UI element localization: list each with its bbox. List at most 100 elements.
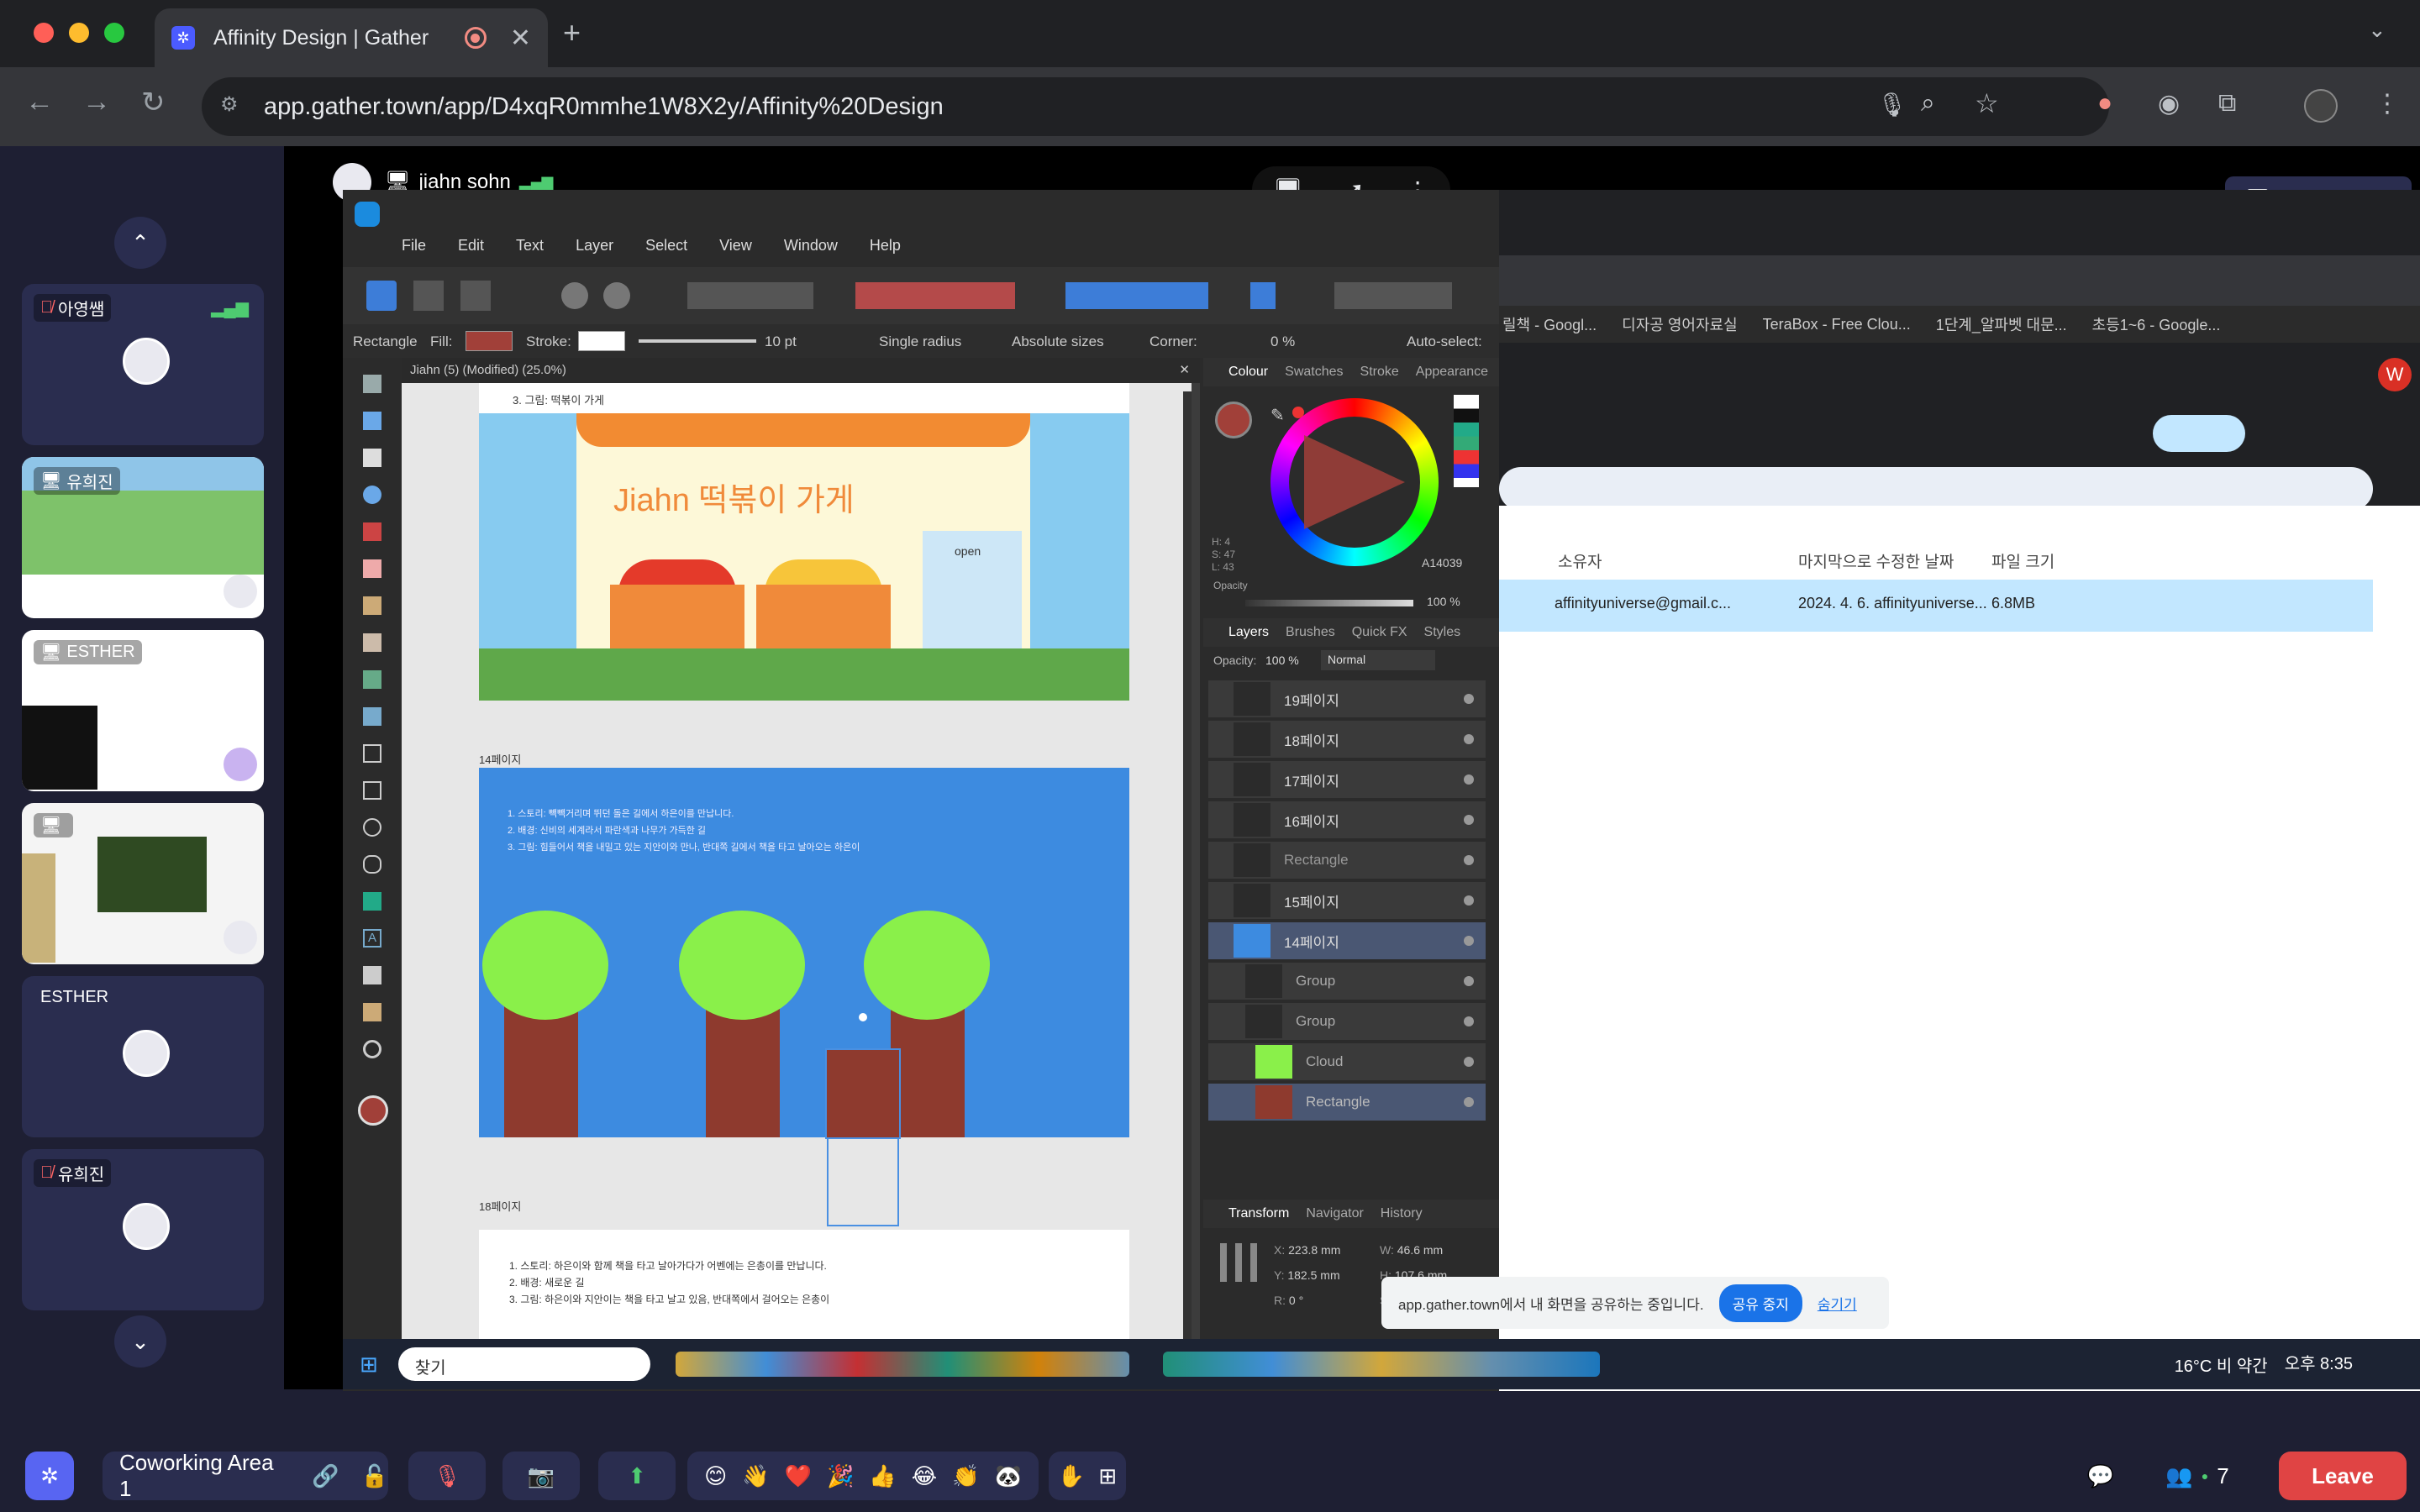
address-bar[interactable]: ⚙ app.gather.town/app/D4xqR0mmhe1W8X2y/A… (202, 77, 2109, 136)
windows-start-icon[interactable]: ⊞ (360, 1352, 378, 1378)
zoom-tool-icon[interactable] (363, 1040, 381, 1058)
colour-triangle[interactable] (1304, 435, 1405, 529)
camera-toggle[interactable]: 📷 (502, 1452, 580, 1500)
link-icon[interactable]: 🔗 (312, 1463, 339, 1489)
menu-select[interactable]: Select (645, 237, 687, 267)
leave-button[interactable]: Leave (2279, 1452, 2407, 1500)
shape-tool-icon[interactable] (363, 855, 381, 874)
layer-row[interactable]: Group (1208, 963, 1486, 1001)
tab-history[interactable]: History (1381, 1206, 1423, 1221)
bookmark-star-icon[interactable]: ☆ (1975, 87, 1999, 119)
search-bar[interactable] (1499, 467, 2373, 511)
menu-help[interactable]: Help (870, 237, 901, 267)
tab-navigator[interactable]: Navigator (1306, 1206, 1363, 1221)
view-toggle[interactable] (2153, 415, 2245, 452)
file-row-selected[interactable]: affinityuniverse@gmail.c... 2024. 4. 6. … (1499, 580, 2373, 632)
chat-button[interactable]: 💬 (2075, 1452, 2126, 1500)
modified-header[interactable]: 마지막으로 수정한 날짜 (1798, 549, 1954, 572)
pencil-tool-icon[interactable] (363, 559, 381, 578)
vertical-scrollbar[interactable] (1183, 391, 1192, 1357)
participant-tile[interactable]: 🎙̸ 아영쌤 ▂▄▆ (22, 284, 264, 445)
mic-toggle[interactable]: 🎙 (408, 1452, 486, 1500)
absolute-sizes-checkbox[interactable]: Absolute sizes (1012, 333, 1104, 350)
reaction-thumbs-up[interactable]: 👍 (869, 1463, 896, 1489)
layer-row[interactable]: 17페이지 (1208, 761, 1486, 800)
rotation-handle[interactable] (859, 1013, 867, 1021)
layer-row[interactable]: Rectangle (1208, 842, 1486, 880)
reload-icon[interactable]: ↻ (141, 86, 166, 119)
back-icon[interactable]: ← (25, 86, 54, 118)
image-tool-icon[interactable] (363, 892, 381, 911)
bookmark-item[interactable]: TeraBox - Free Clou... (1763, 316, 1911, 333)
tab-brushes[interactable]: Brushes (1286, 625, 1335, 640)
corner-value[interactable]: 0 % (1270, 333, 1295, 350)
place-image-tool-icon[interactable] (363, 707, 381, 726)
stroke-width-value[interactable]: 10 pt (765, 333, 797, 350)
minimize-window-button[interactable] (69, 23, 89, 43)
single-radius-checkbox[interactable]: Single radius (879, 333, 961, 350)
anchor-selector[interactable] (1220, 1243, 1259, 1282)
tab-colour[interactable]: Colour (1228, 365, 1268, 380)
document-tab[interactable]: Jiahn (5) (Modified) (25.0%) ✕ (402, 358, 1200, 383)
fill-stroke-colour-well[interactable] (358, 1095, 388, 1126)
export-persona-icon[interactable] (460, 281, 491, 311)
menu-file[interactable]: File (402, 237, 426, 267)
boolean-buttons[interactable] (855, 282, 1015, 309)
raise-hand-icon[interactable]: ✋ (1058, 1463, 1085, 1489)
bookmark-item[interactable]: 릴책 - Googl... (1502, 313, 1597, 335)
weather-widget[interactable]: 16°C 비 약간 (2175, 1352, 2268, 1377)
blend-mode-select[interactable]: Normal (1321, 650, 1435, 670)
stroke-width-slider[interactable] (639, 339, 756, 343)
measure-tool-icon[interactable] (363, 1003, 381, 1021)
designer-persona-icon[interactable] (366, 281, 397, 311)
bookmark-item[interactable]: 디자공 영어자료실 (1622, 313, 1737, 335)
artboard-tool-icon[interactable] (363, 412, 381, 430)
layer-row[interactable]: Cloud (1208, 1043, 1486, 1082)
browser-menu-icon[interactable]: ⋮ (2375, 89, 2400, 118)
layer-row[interactable]: 18페이지 (1208, 721, 1486, 759)
tab-layers[interactable]: Layers (1228, 625, 1269, 640)
move-tool-icon[interactable] (363, 375, 381, 393)
participant-tile[interactable]: 🎙̸ 유희진 (22, 1149, 264, 1310)
participant-screen-tile[interactable]: 🖥 ESTHER (22, 630, 264, 791)
layer-row-selected[interactable]: 14페이지 (1208, 922, 1486, 961)
rectangle-tool-icon[interactable] (363, 781, 381, 800)
corner-tool-icon[interactable] (363, 486, 381, 504)
scroll-down-button[interactable]: ⌄ (114, 1315, 166, 1368)
scroll-up-button[interactable]: ⌃ (114, 217, 166, 269)
colour-well[interactable] (1215, 402, 1252, 438)
fill-swatch[interactable] (466, 331, 513, 351)
eyedropper-icon[interactable]: ✎ (1270, 405, 1285, 426)
layer-row[interactable]: 19페이지 (1208, 680, 1486, 719)
close-tab-icon[interactable]: ✕ (510, 24, 531, 53)
selection-bounding-box[interactable] (827, 1137, 899, 1226)
brush-tool-icon[interactable] (363, 596, 381, 615)
clock[interactable]: 오후 8:35 (2285, 1356, 2353, 1373)
bookmark-item[interactable]: 초등1~6 - Google... (2092, 313, 2221, 335)
ellipse-tool-icon[interactable] (363, 818, 381, 837)
zoom-icon[interactable]: ⌕ (1921, 89, 1935, 118)
reaction-heart[interactable]: ❤️ (785, 1463, 812, 1489)
layer-row[interactable]: 16페이지 (1208, 801, 1486, 840)
layer-opacity-value[interactable]: 100 % (1265, 654, 1299, 667)
close-document-icon[interactable]: ✕ (1179, 362, 1190, 377)
apps-grid-icon[interactable]: ⊞ (1098, 1463, 1117, 1489)
tab-styles[interactable]: Styles (1424, 625, 1461, 640)
opacity-value[interactable]: 100 % (1427, 595, 1460, 608)
new-tab-button[interactable]: + (563, 15, 581, 50)
tab-quick-fx[interactable]: Quick FX (1352, 625, 1407, 640)
menu-view[interactable]: View (719, 237, 752, 267)
transparency-tool-icon[interactable] (363, 670, 381, 689)
reaction-party[interactable]: 🎉 (827, 1463, 854, 1489)
close-window-button[interactable] (34, 23, 54, 43)
insert-buttons[interactable] (1334, 282, 1452, 309)
owner-header[interactable]: 소유자 (1558, 549, 1602, 572)
fill-tool-icon[interactable] (363, 633, 381, 652)
taskbar-app-icons[interactable] (675, 1352, 1129, 1377)
reaction-laugh[interactable]: 😂 (912, 1463, 937, 1489)
recent-colours[interactable] (1454, 395, 1479, 487)
eyedropper-tool-icon[interactable] (363, 966, 381, 984)
canvas[interactable]: 3. 그림: 떡볶이 가게 Jiahn 떡볶이 가게 open 14페이지 1.… (402, 383, 1192, 1357)
auto-select-label[interactable]: Auto-select: (1407, 333, 1482, 350)
tab-search-chevron-icon[interactable]: ⌄ (2368, 17, 2386, 43)
